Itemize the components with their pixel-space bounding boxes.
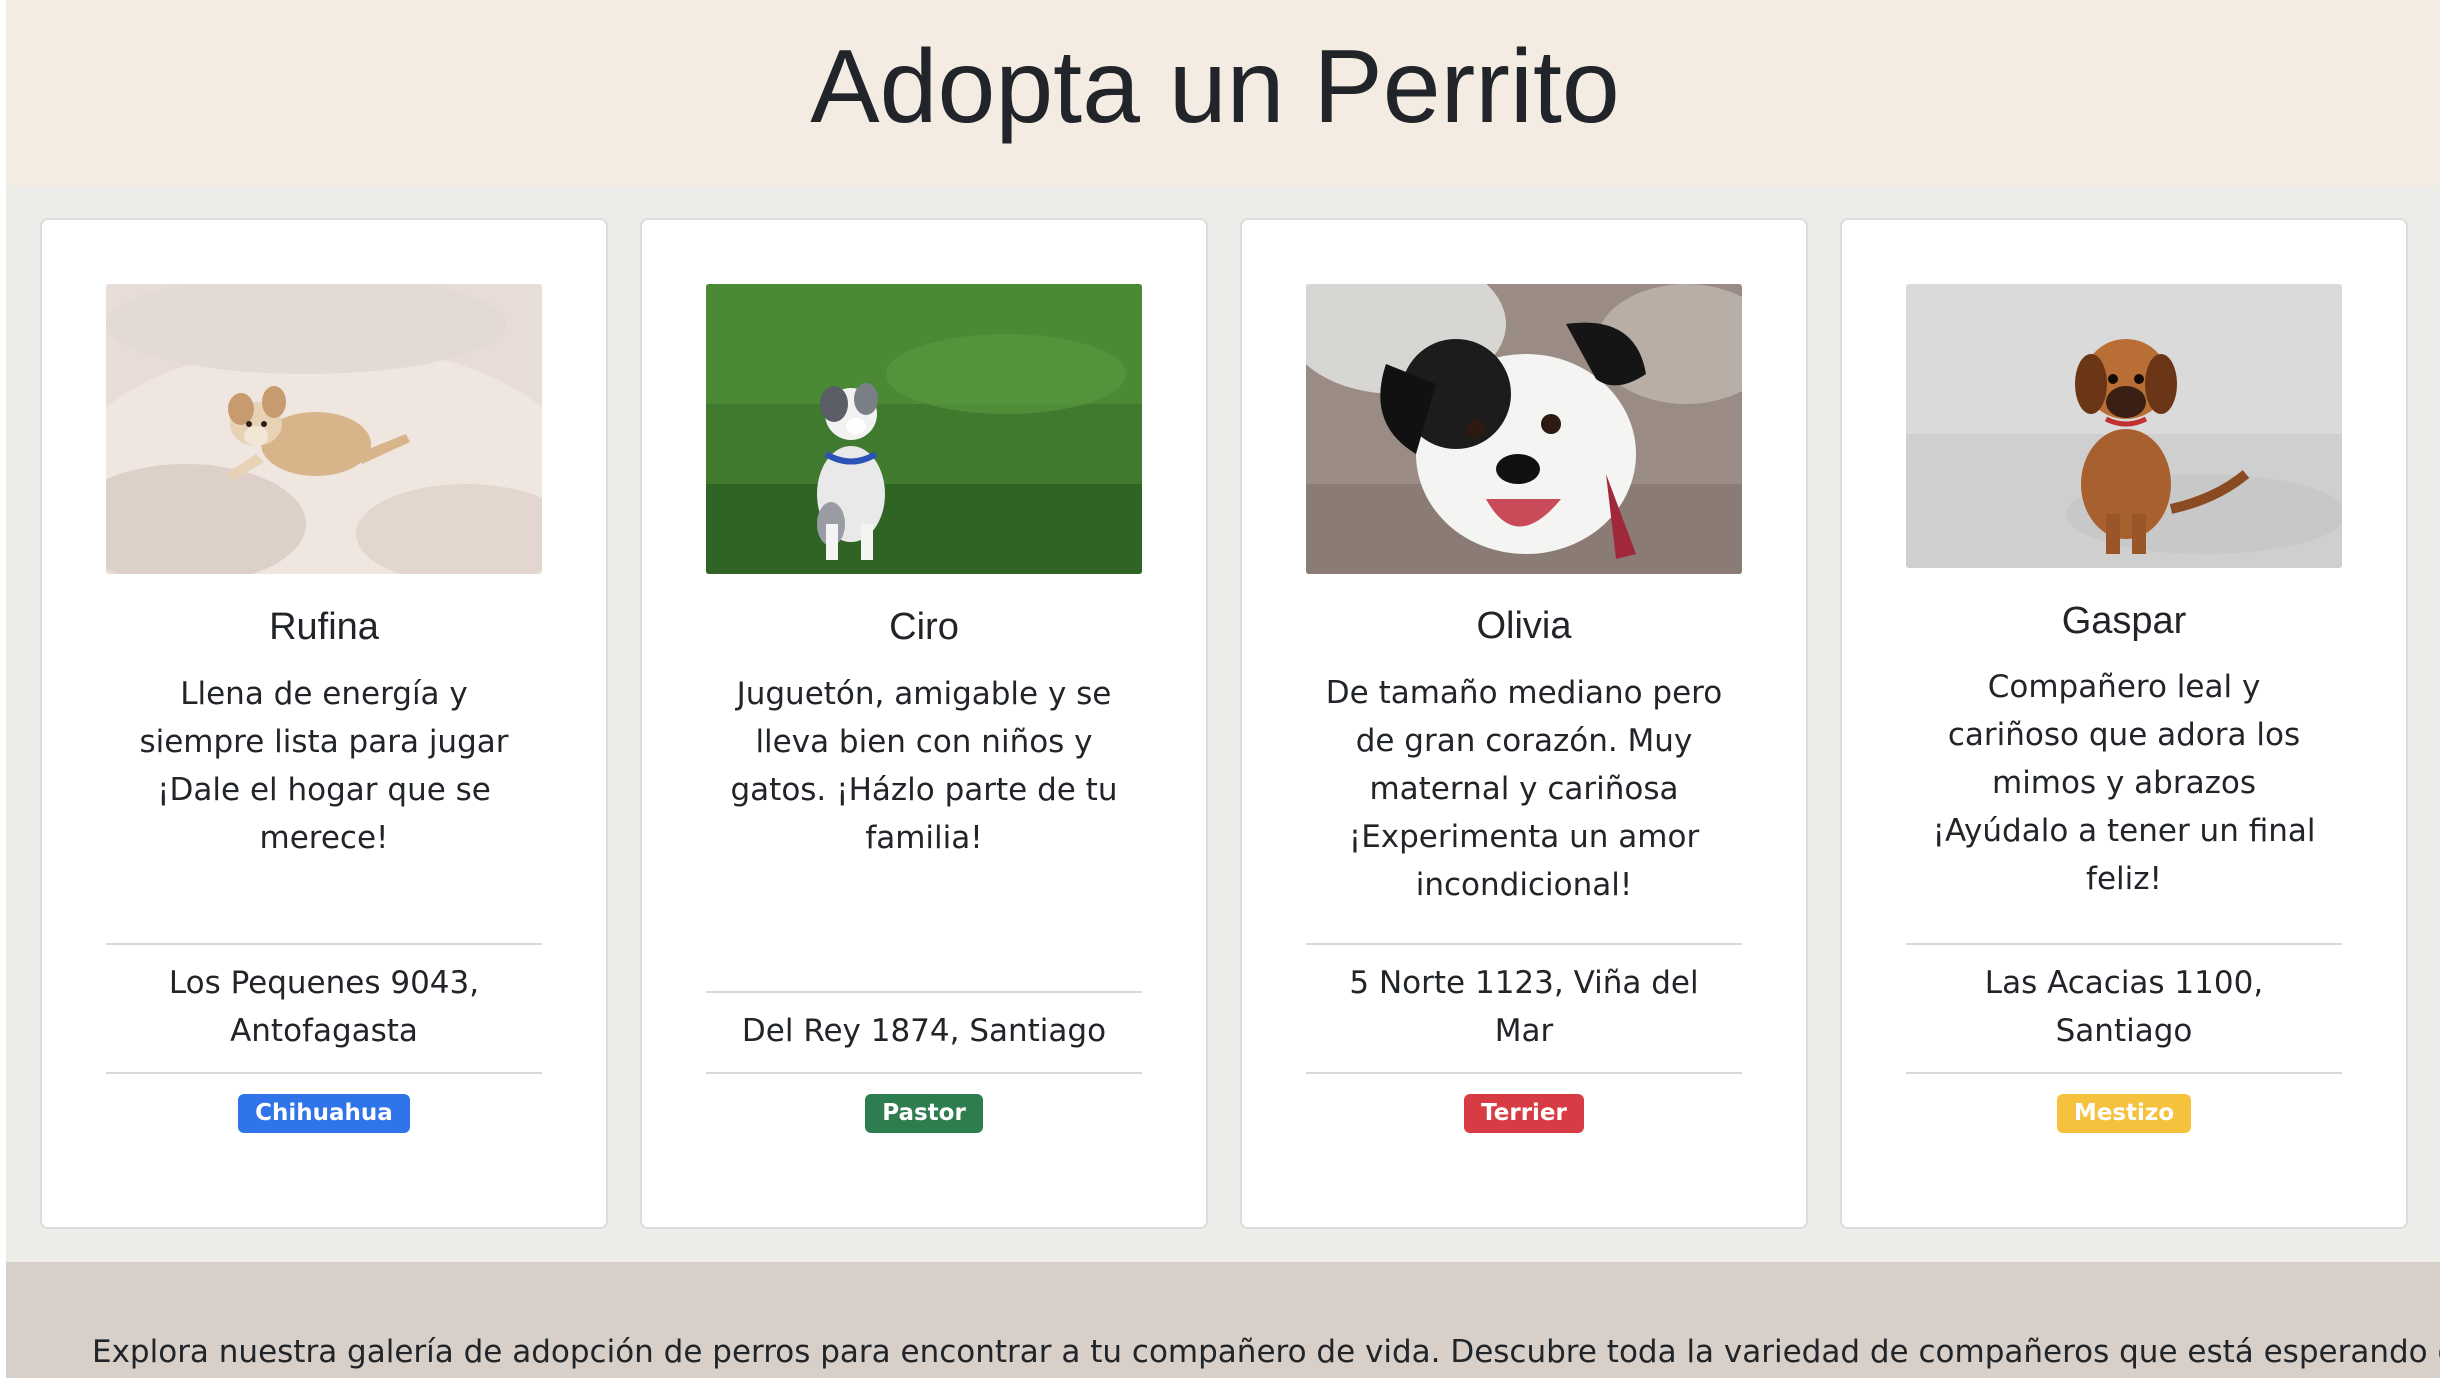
description-line: ¡Dale el hogar que se	[157, 772, 491, 808]
dog-photo-olivia	[1306, 284, 1742, 574]
dog-card-rufina: Rufina Llena de energía y siempre lista …	[40, 218, 608, 1229]
description-line: merece!	[259, 820, 389, 856]
dog-name: Rufina	[269, 606, 379, 648]
dog-card-ciro: Ciro Juguetón, amigable y se lleva bien …	[640, 218, 1208, 1229]
description-line: familia!	[865, 820, 983, 856]
description-line: Llena de energía y	[180, 676, 468, 712]
description-line: ¡Ayúdalo a tener un final	[1932, 813, 2316, 849]
dog-description: De tamaño mediano pero de gran corazón. …	[1302, 669, 1746, 909]
description-line: Juguetón, amigable y se	[736, 676, 1112, 712]
dog-photo-gaspar	[1906, 284, 2342, 568]
description-line: incondicional!	[1415, 867, 1633, 903]
dog-address: Del Rey 1874, Santiago	[706, 1007, 1142, 1055]
address-line: Del Rey 1874, Santiago	[741, 1013, 1107, 1049]
breed-badge: Terrier	[1464, 1094, 1584, 1133]
page-title: Adopta un Perrito	[810, 28, 1620, 145]
divider	[1306, 1072, 1742, 1074]
description-line: mimos y abrazos	[1992, 765, 2256, 801]
divider	[1906, 1072, 2342, 1074]
breed-badge: Chihuahua	[238, 1094, 410, 1133]
dog-address: 5 Norte 1123, Viña del Mar	[1306, 959, 1742, 1055]
footer-text: Explora nuestra galería de adopción de p…	[92, 1334, 2440, 1370]
divider	[106, 1072, 542, 1074]
breed-badge-wrap: Chihuahua	[42, 1094, 606, 1133]
breed-badge: Mestizo	[2056, 1094, 2192, 1133]
divider	[1306, 943, 1742, 945]
dog-name: Olivia	[1476, 605, 1572, 647]
description-line: ¡Experimenta un amor	[1348, 819, 1700, 855]
divider	[706, 1072, 1142, 1074]
breed-badge-wrap: Pastor	[642, 1094, 1206, 1133]
dog-photo-ciro	[706, 284, 1142, 574]
dog-description: Compañero leal y cariñoso que adora los …	[1902, 663, 2346, 903]
description-line: maternal y cariñosa	[1369, 771, 1679, 807]
divider	[1906, 943, 2342, 945]
dog-name: Ciro	[889, 606, 959, 648]
address-line: Los Pequenes 9043,	[168, 965, 480, 1001]
description-line: cariñoso que adora los	[1947, 717, 2301, 753]
divider	[106, 943, 542, 945]
page: Adopta un Perrito Rufina Llena de energí…	[6, 0, 2440, 1378]
page-header: Adopta un Perrito	[6, 0, 2440, 186]
dog-photo-rufina	[106, 284, 542, 574]
breed-badge-wrap: Terrier	[1242, 1094, 1806, 1133]
description-line: siempre lista para jugar	[139, 724, 509, 760]
address-line: Antofagasta	[230, 1013, 418, 1049]
address-line: 5 Norte 1123, Viña del	[1349, 965, 1699, 1001]
breed-badge: Pastor	[865, 1094, 983, 1133]
description-line: Compañero leal y	[1987, 669, 2261, 705]
dog-card-gaspar: Gaspar Compañero leal y cariñoso que ado…	[1840, 218, 2408, 1229]
dog-card-olivia: Olivia De tamaño mediano pero de gran co…	[1240, 218, 1808, 1229]
description-line: lleva bien con niños y	[755, 724, 1093, 760]
address-line: Las Acacias 1100,	[1984, 965, 2264, 1001]
address-line: Mar	[1494, 1013, 1554, 1049]
divider	[706, 991, 1142, 993]
dog-address: Las Acacias 1100, Santiago	[1906, 959, 2342, 1055]
dog-description: Juguetón, amigable y se lleva bien con n…	[702, 670, 1146, 862]
description-line: feliz!	[2086, 861, 2162, 897]
description-line: de gran corazón. Muy	[1355, 723, 1693, 759]
dog-description: Llena de energía y siempre lista para ju…	[102, 670, 546, 862]
description-line: gatos. ¡Házlo parte de tu	[730, 772, 1118, 808]
breed-badge-wrap: Mestizo	[1842, 1094, 2406, 1133]
dog-address: Los Pequenes 9043, Antofagasta	[106, 959, 542, 1055]
page-footer: Explora nuestra galería de adopción de p…	[6, 1262, 2440, 1378]
dog-name: Gaspar	[2061, 600, 2187, 642]
description-line: De tamaño mediano pero	[1325, 675, 1723, 711]
address-line: Santiago	[2055, 1013, 2193, 1049]
